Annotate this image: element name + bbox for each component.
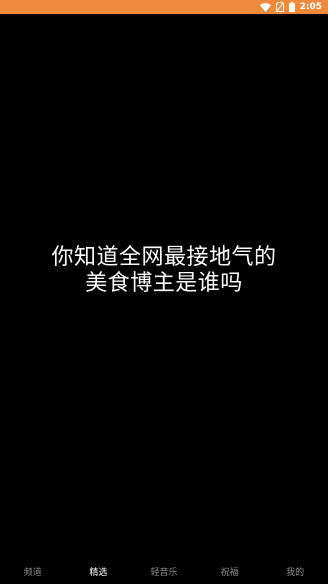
no-sim-icon [275, 2, 284, 12]
status-bar-right: 2:05 [259, 0, 322, 14]
nav-item-light-music[interactable]: 轻音乐 [131, 562, 197, 584]
nav-item-mine[interactable]: 我的 [262, 562, 328, 584]
bottom-nav: 频道 精选 轻音乐 祝福 我的 [0, 562, 328, 584]
status-bar: 2:05 [0, 0, 328, 14]
caption-line-2: 美食博主是谁吗 [85, 271, 243, 296]
battery-icon [288, 2, 295, 12]
caption-line-1: 你知道全网最接地气的 [51, 245, 277, 270]
nav-item-blessings[interactable]: 祝福 [197, 562, 263, 584]
status-time: 2:05 [299, 2, 322, 12]
app-screen: 2:05 你知道全网最接地气的 美食博主是谁吗 频道 精选 轻音乐 祝福 我的 [0, 0, 328, 584]
wifi-icon [259, 2, 271, 12]
nav-item-channel[interactable]: 频道 [0, 562, 66, 584]
video-caption: 你知道全网最接地气的 美食博主是谁吗 [0, 245, 328, 297]
video-player[interactable]: 你知道全网最接地气的 美食博主是谁吗 [0, 14, 328, 562]
nav-item-featured[interactable]: 精选 [66, 562, 132, 584]
